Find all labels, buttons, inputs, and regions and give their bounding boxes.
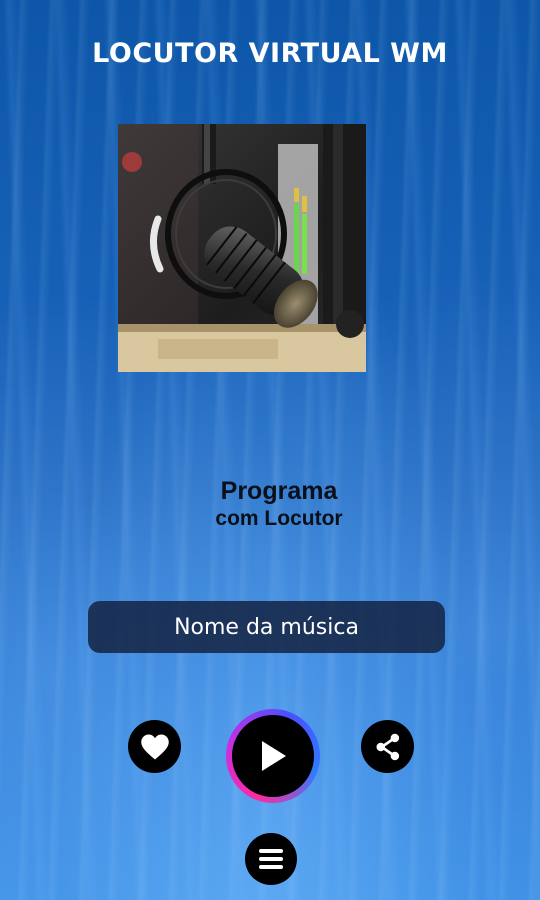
app-title: LOCUTOR VIRTUAL WM — [92, 38, 448, 69]
program-info: Programa com Locutor — [0, 476, 540, 532]
heart-icon — [140, 734, 169, 759]
song-name: Nome da música — [174, 614, 359, 640]
cover-image-microphone — [118, 124, 366, 372]
share-icon — [376, 733, 399, 760]
program-title: Programa — [220, 477, 338, 505]
play-button[interactable] — [226, 709, 320, 803]
share-button[interactable] — [361, 720, 414, 773]
menu-button[interactable] — [245, 833, 297, 885]
like-button[interactable] — [128, 720, 181, 773]
menu-icon — [259, 849, 283, 869]
program-subtitle: com Locutor — [215, 507, 343, 530]
song-name-display: Nome da música — [88, 601, 445, 653]
play-button-core — [232, 715, 314, 797]
play-icon — [262, 741, 286, 771]
